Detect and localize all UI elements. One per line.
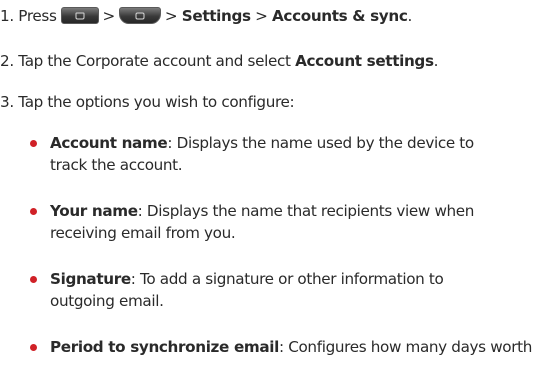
option-your-name: Your name: Displays the name that recipi… — [50, 201, 474, 221]
step-2-account-settings: Account settings — [295, 52, 434, 70]
option-desc: : Displays the name that recipients view… — [137, 202, 475, 220]
step-1-accounts-sync: Accounts & sync — [272, 7, 408, 25]
option-desc-cont: outgoing email. — [50, 292, 164, 310]
option-account-name-line-2: track the account. — [50, 155, 183, 175]
option-term: Period to synchronize email — [50, 338, 279, 356]
step-2-end: . — [433, 52, 439, 70]
step-2: 2. Tap the Corporate account and select … — [0, 51, 439, 71]
home-key-icon — [60, 7, 99, 24]
bullet-icon — [30, 140, 37, 147]
step-1-text: Press — [18, 7, 57, 25]
step-1: 1. Press > > Settings > Accounts & sync. — [0, 6, 412, 26]
option-desc: : Configures how many days worth — [278, 338, 533, 356]
option-term: Account name — [50, 134, 168, 152]
step-1-sep-1: > — [102, 7, 116, 25]
bullet-icon — [30, 208, 37, 215]
option-term: Signature — [50, 270, 131, 288]
option-your-name-line-2: receiving email from you. — [50, 223, 236, 243]
step-1-settings: Settings — [181, 7, 251, 25]
option-signature: Signature: To add a signature or other i… — [50, 269, 444, 289]
menu-key-icon — [118, 7, 161, 24]
option-desc-cont: receiving email from you. — [50, 224, 236, 242]
option-term: Your name — [50, 202, 138, 220]
step-3-text: Tap the options you wish to configure: — [18, 93, 295, 111]
step-1-number: 1. — [0, 7, 14, 25]
step-1-sep-2: > — [164, 7, 178, 25]
option-desc: : Displays the name used by the device t… — [167, 134, 474, 152]
option-period-sync: Period to synchronize email: Configures … — [50, 337, 532, 357]
step-3-number: 3. — [0, 93, 14, 111]
step-1-sep-3: > — [255, 7, 268, 25]
option-signature-line-2: outgoing email. — [50, 291, 164, 311]
manual-page: 1. Press > > Settings > Accounts & sync. 2… — [0, 0, 548, 365]
option-account-name: Account name: Displays the name used by … — [50, 133, 474, 153]
step-1-end: . — [407, 7, 412, 25]
bullet-icon — [30, 276, 37, 283]
bullet-icon — [30, 344, 37, 351]
step-2-number: 2. — [0, 52, 14, 70]
option-desc: : To add a signature or other informatio… — [130, 270, 444, 288]
option-desc-cont: track the account. — [50, 156, 183, 174]
step-2-text: Tap the Corporate account and select — [18, 52, 291, 70]
step-3: 3. Tap the options you wish to configure… — [0, 92, 295, 112]
